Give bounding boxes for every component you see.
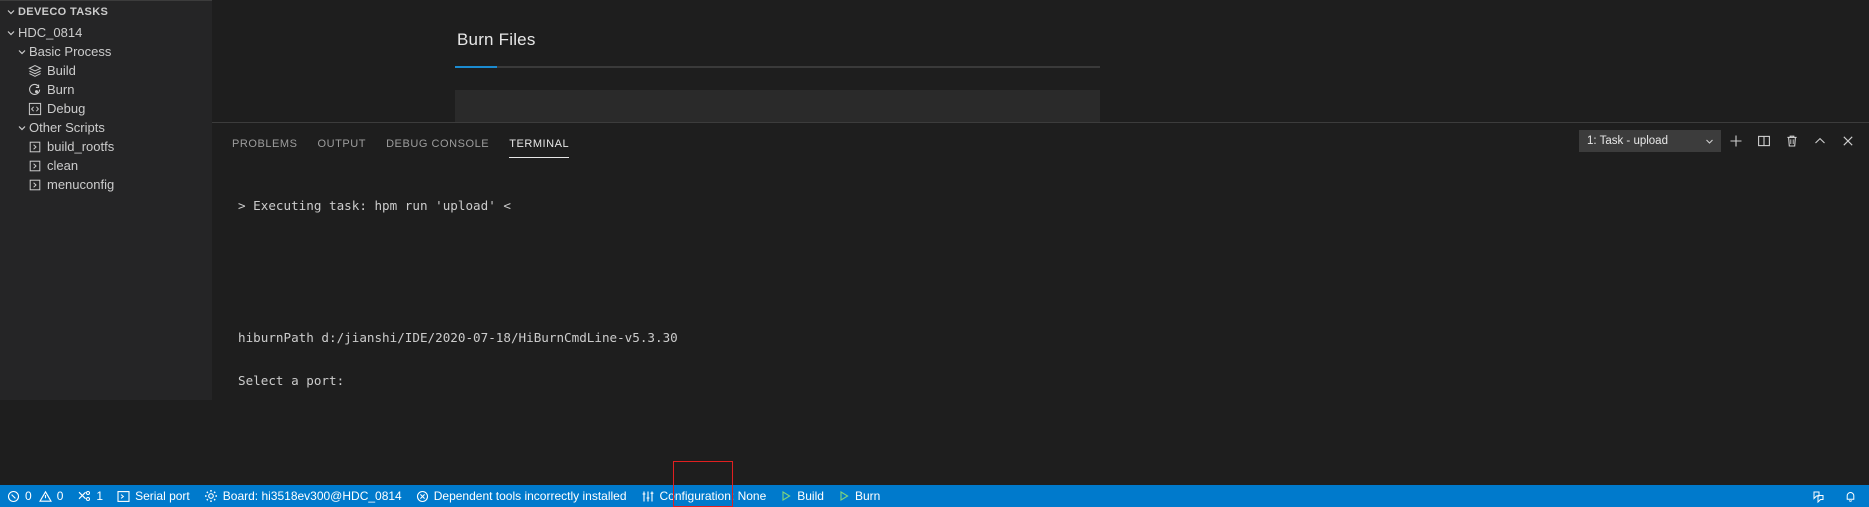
dependent-tools-label: Dependent tools incorrectly installed [433, 489, 627, 503]
terminal-square-icon [117, 490, 130, 503]
burn-icon [26, 82, 44, 98]
sidebar-section-title: DEVECO TASKS [18, 6, 109, 18]
trash-icon[interactable] [1779, 130, 1805, 152]
script-icon [26, 158, 44, 174]
warning-count: 0 [56, 489, 64, 503]
deveco-tasks-sidebar: DEVECO TASKS HDC_0814 Basic Process Build B… [0, 0, 212, 400]
sidebar-item-build-rootfs[interactable]: build_rootfs [0, 137, 212, 156]
sidebar-item-label: HDC_0814 [18, 25, 83, 40]
chevron-down-icon [4, 25, 18, 41]
chevron-down-icon [4, 4, 18, 20]
sidebar-item-label: clean [47, 158, 79, 173]
task-tree: HDC_0814 Basic Process Build Burn Debug Other… [0, 23, 212, 194]
problems-status[interactable]: 0 0 [0, 485, 70, 507]
build-status[interactable]: Build [773, 485, 831, 507]
chevron-down-icon [15, 44, 29, 60]
sidebar-item-label: Basic Process [29, 44, 112, 59]
panel-tab-problems[interactable]: PROBLEMS [232, 137, 298, 158]
sidebar-item-hdc-0814[interactable]: HDC_0814 [0, 23, 212, 42]
sidebar-item-build[interactable]: Build [0, 61, 212, 80]
burn-files-card: Burn Files Enable File Name Start Addres… [455, 0, 1100, 122]
build-label: Build [797, 489, 824, 503]
sidebar-item-debug[interactable]: Debug [0, 99, 212, 118]
sidebar-item-label: menuconfig [47, 177, 115, 192]
sidebar-item-label: Burn [47, 82, 75, 97]
board-status[interactable]: Board: hi3518ev300@HDC_0814 [197, 485, 409, 507]
terminal-line-executing: > Executing task: hpm run 'upload' < [238, 198, 511, 214]
panel-tab-output[interactable]: OUTPUT [318, 137, 367, 158]
code-icon [26, 101, 44, 117]
ports-forwarded-status[interactable]: 1 [70, 485, 110, 507]
live-share-status[interactable] [1805, 485, 1837, 507]
live-share-icon [1812, 490, 1825, 503]
terminal-line-hiburn-path: hiburnPath d:/jianshi/IDE/2020-07-18/HiB… [238, 329, 678, 345]
gear-icon [204, 489, 218, 503]
page-title: Burn Files [457, 30, 536, 49]
remote-ports-icon [77, 490, 91, 503]
play-icon [838, 490, 850, 502]
script-icon [26, 139, 44, 155]
terminal-line-select-prompt: Select a port: [238, 373, 345, 389]
layers-icon [26, 63, 44, 79]
sidebar-item-label: build_rootfs [47, 139, 115, 154]
error-circle-icon [416, 490, 429, 503]
serial-port-label: Serial port [135, 489, 190, 503]
panel-actions: 1: Task - upload [1579, 129, 1861, 153]
sidebar-item-menuconfig[interactable]: menuconfig [0, 175, 212, 194]
burn-files-table: Enable File Name Start Address File Size [455, 90, 1100, 122]
status-bar: 0 0 1 Serial port Board: hi3518ev300@HDC… [0, 461, 1869, 507]
burn-files-editor: Burn Files Enable File Name Start Addres… [212, 0, 1869, 122]
panel-tab-debug-console[interactable]: DEBUG CONSOLE [386, 137, 489, 158]
chevron-down-icon [1704, 136, 1715, 147]
chevron-down-icon [15, 120, 29, 136]
sidebar-item-basic-process[interactable]: Basic Process [0, 42, 212, 61]
burn-files-table-header: Enable File Name Start Address File Size [455, 90, 1100, 123]
notifications-status[interactable] [1837, 485, 1869, 507]
bottom-panel: PROBLEMS OUTPUT DEBUG CONSOLE TERMINAL 1: T… [212, 122, 1869, 400]
serial-port-status[interactable]: Serial port [110, 485, 197, 507]
error-circle-icon [7, 490, 20, 503]
terminal-selector-dropdown[interactable]: 1: Task - upload [1579, 130, 1721, 152]
burn-status[interactable]: Burn [831, 485, 887, 507]
bell-icon [1844, 490, 1857, 503]
burn-label: Burn [854, 489, 881, 503]
script-icon [26, 177, 44, 193]
sidebar-section-header[interactable]: DEVECO TASKS [0, 1, 212, 23]
sidebar-item-label: Build [47, 63, 76, 78]
terminal-selector-value: 1: Task - upload [1587, 135, 1668, 147]
sidebar-item-other-scripts[interactable]: Other Scripts [0, 118, 212, 137]
configuration-status[interactable]: Configuration: None [634, 485, 774, 507]
title-underline [455, 66, 1100, 68]
warning-triangle-icon [38, 490, 52, 503]
chevron-up-icon[interactable] [1807, 130, 1833, 152]
dependent-tools-status[interactable]: Dependent tools incorrectly installed [409, 485, 634, 507]
panel-tab-terminal[interactable]: TERMINAL [509, 137, 570, 158]
title-underline-active [455, 66, 497, 68]
sidebar-item-label: Debug [47, 101, 86, 116]
vscode-window: DEVECO TASKS HDC_0814 Basic Process Build B… [0, 0, 1869, 507]
sidebar-item-burn[interactable]: Burn [0, 80, 212, 99]
new-terminal-button[interactable] [1723, 130, 1749, 152]
split-terminal-button[interactable] [1751, 130, 1777, 152]
sidebar-item-clean[interactable]: clean [0, 156, 212, 175]
close-icon[interactable] [1835, 130, 1861, 152]
configuration-label: Configuration: None [659, 489, 767, 503]
play-icon [780, 490, 792, 502]
terminal-output[interactable]: > Executing task: hpm run 'upload' < hib… [212, 158, 1869, 400]
sliders-icon [641, 490, 655, 503]
ports-forwarded-count: 1 [96, 489, 104, 503]
sidebar-item-label: Other Scripts [29, 120, 105, 135]
error-count: 0 [25, 489, 32, 503]
board-label: Board: hi3518ev300@HDC_0814 [222, 489, 402, 503]
